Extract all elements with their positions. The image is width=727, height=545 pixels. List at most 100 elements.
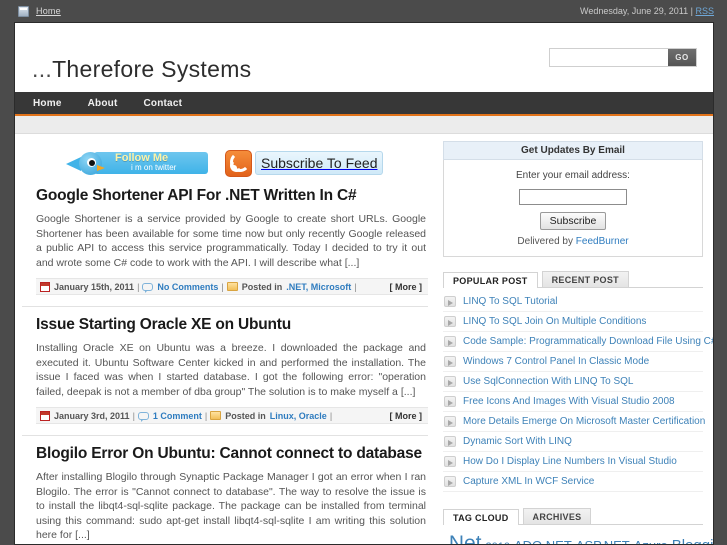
top-bar: Home Wednesday, June 29, 2011 | RSS <box>0 0 727 22</box>
tag-link[interactable]: 2010 <box>486 541 510 545</box>
subscribe-feed-label: Subscribe To Feed <box>255 151 384 175</box>
posted-in-label: Posted in <box>241 281 283 292</box>
list-item[interactable]: Dynamic Sort With LINQ <box>443 432 703 452</box>
comment-bubble-icon <box>137 411 149 422</box>
email-widget-body: Enter your email address: Subscribe Deli… <box>443 160 703 257</box>
tag-link[interactable]: Azure <box>634 538 668 545</box>
arrow-right-icon <box>444 415 456 427</box>
site-title-dots: ... <box>32 56 53 82</box>
email-field[interactable] <box>519 188 627 205</box>
post-title-link[interactable]: Google Shortener API For .NET Written In… <box>36 187 428 205</box>
post-item: Google Shortener API For .NET Written In… <box>22 187 428 306</box>
post-item: Blogilo Error On Ubuntu: Cannot connect … <box>22 435 428 544</box>
sidebar: Get Updates By Email Enter your email ad… <box>439 134 713 545</box>
list-item[interactable]: LINQ To SQL Join On Multiple Conditions <box>443 312 703 332</box>
calendar-icon <box>40 281 50 292</box>
post-excerpt: After installing Blogilo through Synapti… <box>36 471 426 541</box>
popular-post-link[interactable]: More Details Emerge On Microsoft Master … <box>463 416 705 427</box>
popular-post-link[interactable]: Use SqlConnection With LINQ To SQL <box>463 376 633 387</box>
popular-post-link[interactable]: Windows 7 Control Panel In Classic Mode <box>463 356 649 367</box>
list-item[interactable]: Use SqlConnection With LINQ To SQL <box>443 372 703 392</box>
twitter-bird-icon <box>66 151 108 175</box>
arrow-right-icon <box>444 355 456 367</box>
arrow-right-icon <box>444 335 456 347</box>
arrow-right-icon <box>444 295 456 307</box>
arrow-right-icon <box>444 375 456 387</box>
post-comments-link[interactable]: 1 Comment <box>153 411 202 421</box>
page-root: Home Wednesday, June 29, 2011 | RSS ...T… <box>0 0 727 545</box>
popular-post-list: LINQ To SQL Tutorial LINQ To SQL Join On… <box>443 292 713 492</box>
posts-tabs-widget: POPULAR POST RECENT POST LINQ To SQL Tut… <box>443 267 713 494</box>
twitter-badge-line2: i m on twitter <box>131 163 177 172</box>
subscribe-feed-badge[interactable]: Subscribe To Feed <box>225 149 384 177</box>
folder-icon <box>226 282 238 291</box>
popular-post-link[interactable]: LINQ To SQL Tutorial <box>463 296 558 307</box>
email-widget-title: Get Updates By Email <box>443 141 703 160</box>
posted-in-label: Posted in <box>225 410 266 421</box>
search-box: GO <box>549 48 697 67</box>
main-nav: Home About Contact <box>15 92 713 116</box>
top-bar-home-link[interactable]: Home <box>36 6 61 16</box>
tag-link[interactable]: Blogging <box>672 537 713 545</box>
tag-tabs-widget: TAG CLOUD ARCHIVES .Net 2010 ADO.NET ASP.NE… <box>443 504 713 545</box>
list-item[interactable]: Code Sample: Programmatically Download F… <box>443 332 713 352</box>
current-date: Wednesday, June 29, 2011 <box>580 6 689 16</box>
arrow-right-icon <box>444 455 456 467</box>
content-column: Follow Me i m on twitter Subscribe To Fe… <box>15 134 439 544</box>
arrow-right-icon <box>444 475 456 487</box>
post-excerpt: Installing Oracle XE on Ubuntu was a bre… <box>36 342 426 398</box>
post-categories-link[interactable]: .NET, Microsoft <box>286 282 351 292</box>
popular-post-link[interactable]: How Do I Display Line Numbers In Visual … <box>463 456 677 467</box>
post-title-link[interactable]: Issue Starting Oracle XE on Ubuntu <box>36 316 428 334</box>
popular-post-link[interactable]: Free Icons And Images With Visual Studio… <box>463 396 675 407</box>
tab-popular-post[interactable]: POPULAR POST <box>443 271 538 288</box>
tag-link[interactable]: ADO.NET <box>514 538 572 545</box>
search-input[interactable] <box>550 49 668 66</box>
list-item[interactable]: Capture XML In WCF Service <box>443 472 703 492</box>
post-more-link[interactable]: [ More ] <box>390 411 423 421</box>
social-badges: Follow Me i m on twitter Subscribe To Fe… <box>22 143 428 187</box>
site-title-text: Therefore Systems <box>52 56 252 82</box>
post-meta: January 15th, 2011 | No Comments | Poste… <box>36 278 428 295</box>
tag-link[interactable]: .Net <box>443 532 482 545</box>
folder-icon <box>210 411 222 420</box>
post-categories-link[interactable]: Linux, Oracle <box>270 411 327 421</box>
search-go-button[interactable]: GO <box>668 49 696 66</box>
arrow-right-icon <box>444 315 456 327</box>
rss-link[interactable]: RSS <box>695 6 714 16</box>
window-icon <box>18 5 29 17</box>
popular-post-link[interactable]: Capture XML In WCF Service <box>463 476 594 487</box>
feedburner-prefix: Delivered by <box>517 235 573 247</box>
feedburner-link[interactable]: FeedBurner <box>576 236 629 247</box>
rss-feed-icon <box>225 149 252 177</box>
post-excerpt: Google Shortener is a service provided b… <box>36 213 426 269</box>
list-item[interactable]: Free Icons And Images With Visual Studio… <box>443 392 703 412</box>
list-item[interactable]: LINQ To SQL Tutorial <box>443 292 703 312</box>
list-item[interactable]: How Do I Display Line Numbers In Visual … <box>443 452 703 472</box>
post-meta: January 3rd, 2011 | 1 Comment | Posted i… <box>36 407 428 424</box>
twitter-follow-badge[interactable]: Follow Me i m on twitter <box>64 150 208 176</box>
list-item[interactable]: Windows 7 Control Panel In Classic Mode <box>443 352 703 372</box>
page-body: Follow Me i m on twitter Subscribe To Fe… <box>15 134 713 545</box>
popular-post-link[interactable]: Code Sample: Programmatically Download F… <box>463 336 713 347</box>
popular-post-link[interactable]: Dynamic Sort With LINQ <box>463 436 572 447</box>
post-comments-link[interactable]: No Comments <box>157 282 218 292</box>
popular-post-panel: LINQ To SQL Tutorial LINQ To SQL Join On… <box>443 286 713 494</box>
nav-item-contact[interactable]: Contact <box>143 98 182 109</box>
site-container: ...Therefore Systems GO Home About Conta… <box>14 22 714 545</box>
calendar-icon <box>40 410 50 421</box>
tag-link[interactable]: ASP.NET <box>576 538 630 545</box>
sub-nav-band <box>15 116 713 134</box>
tab-tag-cloud[interactable]: TAG CLOUD <box>443 508 519 525</box>
tab-archives[interactable]: ARCHIVES <box>522 507 592 524</box>
subscribe-button[interactable]: Subscribe <box>539 211 607 230</box>
popular-post-link[interactable]: LINQ To SQL Join On Multiple Conditions <box>463 316 646 327</box>
nav-item-home[interactable]: Home <box>33 98 62 109</box>
feedburner-credit: Delivered by FeedBurner <box>452 236 694 247</box>
list-item[interactable]: More Details Emerge On Microsoft Master … <box>443 412 705 432</box>
tab-recent-post[interactable]: RECENT POST <box>541 270 629 287</box>
post-title-link[interactable]: Blogilo Error On Ubuntu: Cannot connect … <box>36 445 428 463</box>
tag-cloud: .Net2010ADO.NETASP.NETAzureBloggingBooks… <box>443 529 713 545</box>
post-more-link[interactable]: [ More ] <box>390 282 423 292</box>
nav-item-about[interactable]: About <box>88 98 118 109</box>
